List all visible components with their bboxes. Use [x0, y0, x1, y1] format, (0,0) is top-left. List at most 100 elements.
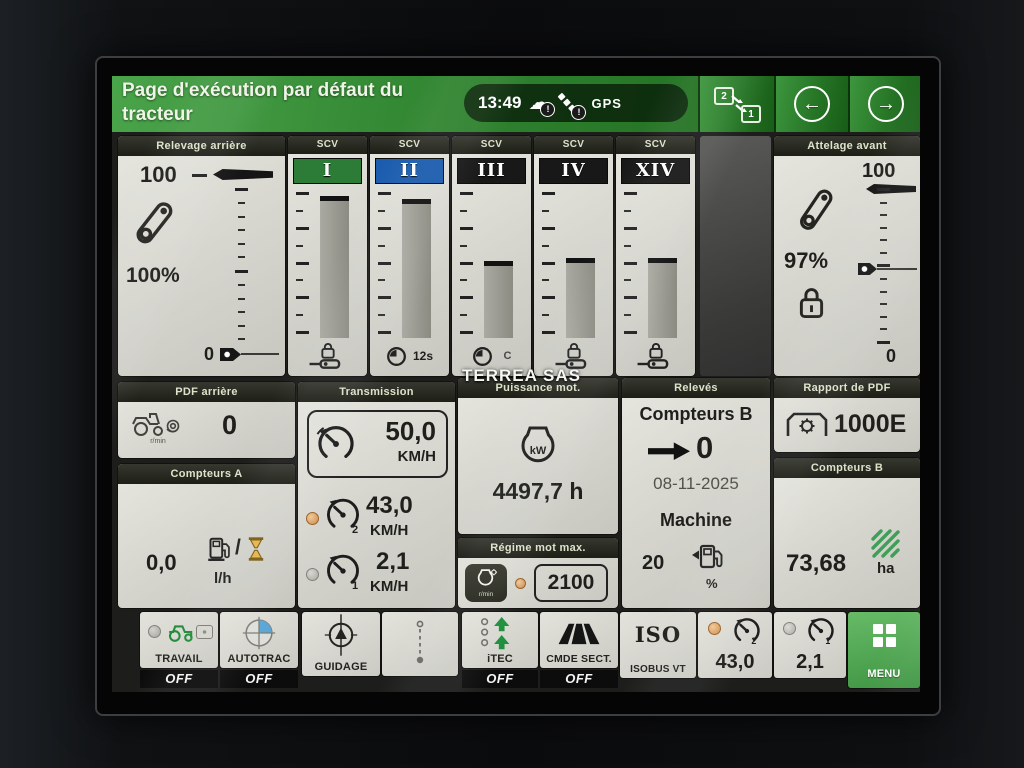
scv-numeral: IV — [539, 158, 608, 184]
rear-hitch-scale-max: 100 — [140, 162, 177, 188]
speed-b-button[interactable]: 2 43,0 — [698, 612, 772, 678]
empty-slot — [700, 136, 771, 376]
drawbar-line — [877, 268, 917, 270]
cloud-alert-badge: ! — [540, 102, 555, 117]
front-hitch-scale — [876, 188, 890, 344]
rear-pto-value: 0 — [222, 410, 237, 441]
isobus-vt-button[interactable]: ISO ISOBUS VT — [620, 612, 696, 678]
scv-module-2[interactable]: SCV II 12s — [370, 136, 449, 376]
back-button[interactable]: ← — [774, 76, 848, 132]
guidage-button[interactable]: GUIDAGE — [302, 612, 380, 676]
pto-ratio-module[interactable]: Rapport de PDF 1000E — [774, 378, 920, 452]
display-switch-button[interactable]: 2 1 — [698, 76, 774, 132]
rear-hitch-position-marker — [213, 169, 273, 180]
scv-scale — [460, 192, 472, 334]
drawbar-line — [241, 353, 279, 355]
counters-b-module[interactable]: Compteurs B 73,68 ha — [774, 458, 920, 608]
itec-state: OFF — [462, 670, 538, 688]
readings-value: 0 — [696, 430, 713, 466]
fuel-pump-icon — [206, 534, 233, 565]
speed-b-value: 43,0 — [698, 651, 772, 674]
speed2-indicator-dot — [306, 512, 319, 525]
rear-hitch-scale — [234, 188, 248, 340]
speed-a-button[interactable]: 1 2,1 — [774, 612, 846, 678]
engine-power-module[interactable]: Puissance mot. kW 4497,7 h — [458, 378, 618, 534]
speed-b-dot — [708, 622, 721, 635]
svg-text:2: 2 — [751, 636, 756, 646]
iso-logo: ISO — [620, 622, 696, 647]
rear-hitch-scale-min: 0 — [204, 344, 214, 365]
scv-timer-label: C — [504, 350, 512, 362]
fuel-percent-unit: % — [706, 576, 718, 591]
hourglass-icon — [247, 536, 265, 562]
status-pill[interactable]: 13:49 ☁! ! GPS — [464, 84, 688, 122]
rear-hitch-module[interactable]: Relevage arrière 100 100% 0 — [118, 136, 285, 376]
readings-module[interactable]: Relevés Compteurs B 0 08-11-2025 Machine… — [622, 378, 770, 608]
engine-rpm-unit: r/min — [479, 591, 493, 598]
scv-bar — [320, 196, 349, 338]
scv-bar — [648, 258, 677, 338]
scv-slider — [376, 190, 443, 338]
speedometer-2-icon: 2 — [732, 616, 762, 646]
svg-text:kW: kW — [530, 445, 547, 457]
guidage-label: GUIDAGE — [302, 661, 380, 673]
dual-display-icon: 2 1 — [714, 85, 760, 123]
set-speed-value: 50,0 — [385, 416, 436, 447]
readings-subtitle: Compteurs B — [622, 404, 770, 425]
menu-button[interactable]: MENU — [848, 612, 920, 688]
lightbar-button[interactable] — [382, 612, 458, 676]
menu-grid-icon — [873, 624, 896, 647]
counters-a-module[interactable]: Compteurs A 0,0 / l/h — [118, 464, 295, 608]
drawbar-marker — [220, 348, 241, 361]
front-hitch-module[interactable]: Attelage avant 100 97% 0 — [774, 136, 920, 376]
scv-bar — [402, 199, 431, 338]
scv-slider — [622, 190, 689, 338]
photo-frame: Page d'exécution par défaut du tracteur … — [0, 0, 1024, 768]
clock: 13:49 — [478, 93, 521, 113]
travail-button[interactable]: TRAVAIL — [140, 612, 218, 668]
transmission-module[interactable]: Transmission 50,0 KM/H 2 43,0 KM/H — [298, 382, 455, 608]
scv-numeral: III — [457, 158, 526, 184]
scv-slider — [458, 190, 525, 338]
engine-max-rpm-module[interactable]: Régime mot max. r/min 2100 — [458, 538, 618, 608]
lock-icon — [566, 342, 582, 359]
itec-button[interactable]: iTEC — [462, 612, 538, 668]
max-rpm-value[interactable]: 2100 — [534, 564, 608, 602]
rear-pto-title: PDF arrière — [118, 382, 295, 402]
engine-rpm-button[interactable]: r/min — [465, 564, 507, 602]
arrow-right-icon — [648, 442, 690, 460]
machine-label: Machine — [622, 510, 770, 531]
front-hitch-scale-min: 0 — [886, 346, 896, 367]
itec-icon — [478, 616, 514, 654]
pto-gear-icon — [784, 408, 830, 440]
cloud-icon: ☁! — [528, 93, 549, 113]
lock-icon — [320, 342, 336, 359]
scv-module-14[interactable]: SCV XIV — [616, 136, 695, 376]
speed-a-value: 2,1 — [774, 651, 846, 674]
readings-title: Relevés — [622, 378, 770, 398]
autotrac-button[interactable]: AUTOTRAC — [220, 612, 298, 668]
tractor-display-screen: Page d'exécution par défaut du tracteur … — [112, 76, 920, 692]
travail-state: OFF — [140, 670, 218, 688]
section-control-button[interactable]: CMDE SECT. — [540, 612, 618, 668]
scv-numeral: I — [293, 158, 362, 184]
rear-pto-module[interactable]: PDF arrière r/min 0 — [118, 382, 295, 458]
forward-button[interactable]: → — [848, 76, 920, 132]
scv-slider — [294, 190, 361, 338]
scv-module-1[interactable]: SCV I — [288, 136, 367, 376]
counters-b-title: Compteurs B — [774, 458, 920, 478]
speed2-unit: KM/H — [370, 522, 408, 539]
hitch-icon — [308, 358, 348, 370]
timer-icon — [472, 346, 493, 367]
set-speed-box[interactable]: 50,0 KM/H — [307, 410, 448, 478]
rear-hitch-title: Relevage arrière — [118, 136, 285, 156]
speed2-value: 43,0 — [366, 492, 413, 520]
scv-header: SCV — [370, 136, 449, 154]
scv-module-4[interactable]: SCV IV — [534, 136, 613, 376]
section-control-label: CMDE SECT. — [540, 653, 618, 665]
transmission-title: Transmission — [298, 382, 455, 402]
speed2-sub: 2 — [352, 524, 358, 536]
scv-scale — [378, 192, 390, 334]
scv-header: SCV — [452, 136, 531, 154]
scv-module-3[interactable]: SCV III C — [452, 136, 531, 376]
